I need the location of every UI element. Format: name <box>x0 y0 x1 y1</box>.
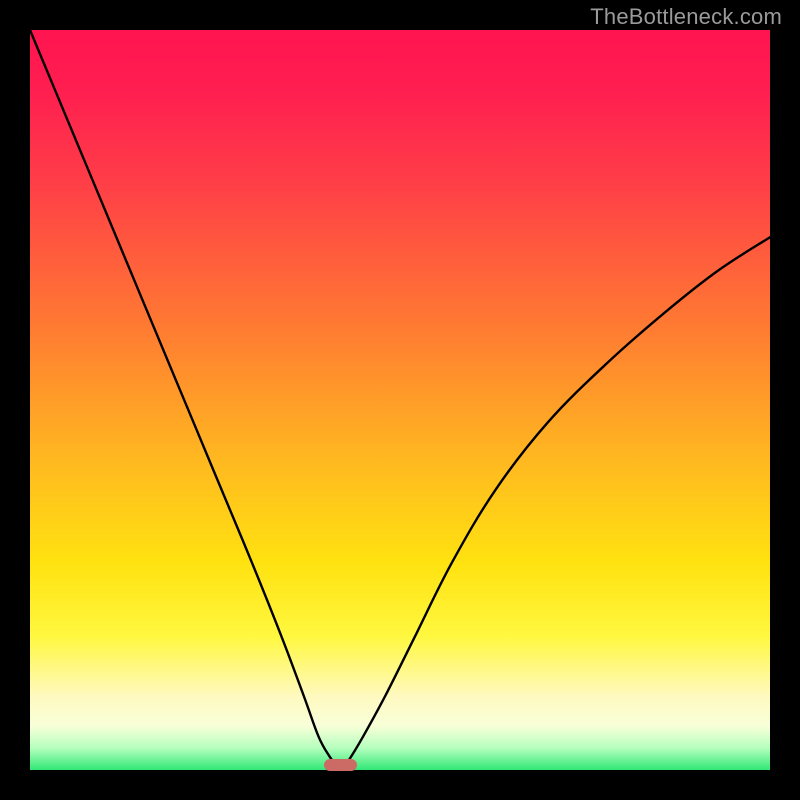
watermark-text: TheBottleneck.com <box>590 4 782 30</box>
chart-frame: TheBottleneck.com <box>0 0 800 800</box>
minimum-marker <box>324 759 357 771</box>
curve-left-branch <box>30 30 341 770</box>
curve-right-branch <box>341 237 770 770</box>
curve-layer <box>30 30 770 770</box>
